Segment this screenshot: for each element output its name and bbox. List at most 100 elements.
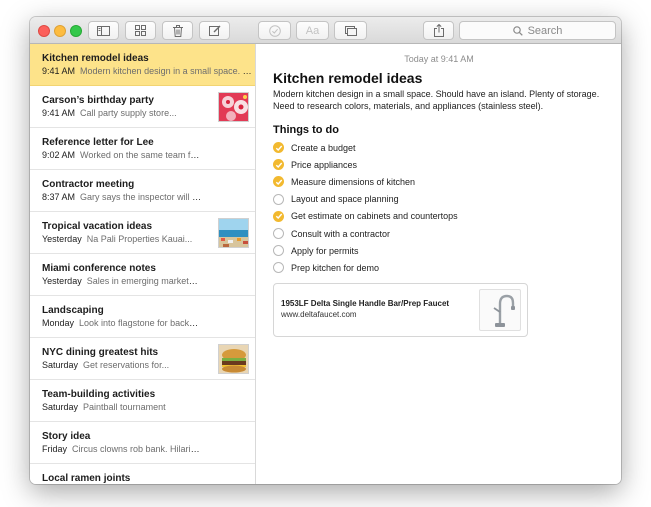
checkmark-circle-icon [268, 24, 281, 37]
table-button[interactable] [334, 21, 367, 40]
notes-list: Kitchen remodel ideas 9:41 AM Modern kitch… [30, 44, 256, 484]
close-window-button[interactable] [38, 25, 50, 37]
trash-icon [172, 24, 183, 37]
sidebar-icon [97, 25, 110, 36]
note-list-date: 8:37 AM [42, 192, 76, 202]
burger-thumbnail [218, 344, 249, 374]
search-placeholder: Search [527, 24, 563, 37]
toolbar: Aa Search [30, 17, 621, 44]
unchecked-circle-icon[interactable] [273, 228, 284, 240]
note-list-item[interactable]: Local ramen joints [30, 464, 255, 484]
attachments-browser-button[interactable] [125, 21, 156, 40]
note-list-date: Yesterday [42, 234, 82, 244]
note-list-meta: 9:41 AM Modern kitchen design in a small … [42, 66, 252, 76]
note-list-title: Tropical vacation ideas [42, 221, 153, 232]
checklist-item[interactable]: Layout and space planning [273, 191, 621, 208]
note-list-snippet: Worked on the same team for 5 years [80, 150, 202, 160]
checklist-item[interactable]: Apply for permits [273, 242, 621, 259]
note-list-title: Landscaping [42, 305, 104, 316]
note-list-meta: Saturday Paintball tournament [42, 402, 202, 412]
note-list-item[interactable]: Contractor meeting 8:37 AM Gary says the i… [30, 170, 255, 212]
note-list-title: Contractor meeting [42, 179, 135, 190]
checklist-item[interactable]: Prep kitchen for demo [273, 259, 621, 276]
note-list-date: Saturday [42, 360, 79, 370]
link-preview-card[interactable]: 1953LF Delta Single Handle Bar/Prep Fauc… [273, 282, 528, 337]
checklist-heading[interactable]: Things to do [273, 124, 621, 136]
checklist-item-label: Create a budget [291, 142, 356, 153]
checklist-item-label: Prep kitchen for demo [291, 262, 380, 273]
checked-circle-icon[interactable] [273, 142, 284, 154]
checklist-item-label: Layout and space planning [291, 194, 399, 205]
checklist-item-label: Consult with a contractor [291, 228, 391, 239]
share-icon [433, 24, 444, 37]
note-list-snippet: Look into flagstone for backyard patio [79, 318, 202, 328]
new-note-button[interactable] [199, 21, 230, 40]
note-list-title: Carson’s birthday party [42, 95, 154, 106]
note-title[interactable]: Kitchen remodel ideas [273, 70, 621, 86]
note-list-date: Yesterday [42, 276, 82, 286]
checklist: Create a budget Price appliances Measure d… [273, 139, 621, 277]
note-list-title: Reference letter for Lee [42, 137, 154, 148]
unchecked-circle-icon[interactable] [273, 193, 284, 205]
note-list-meta: Monday Look into flagstone for backyard p… [42, 318, 202, 328]
zoom-window-button[interactable] [70, 25, 82, 37]
checklist-item[interactable]: Measure dimensions of kitchen [273, 173, 621, 190]
note-list-meta: Yesterday Sales in emerging markets up [42, 276, 202, 286]
note-list-meta: 8:37 AM Gary says the inspector will not … [42, 192, 202, 202]
checklist-item[interactable]: Create a budget [273, 139, 621, 156]
note-editor[interactable]: Today at 9:41 AM Kitchen remodel ideas M… [257, 44, 621, 484]
checklist-item[interactable]: Consult with a contractor [273, 225, 621, 242]
format-button[interactable]: Aa [296, 21, 329, 40]
checked-circle-icon[interactable] [273, 210, 284, 222]
note-body[interactable]: Modern kitchen design in a small space. … [273, 88, 603, 112]
delete-note-button[interactable] [162, 21, 193, 40]
checklist-item[interactable]: Price appliances [273, 156, 621, 173]
note-list-item[interactable]: NYC dining greatest hits Saturday Get rese… [30, 338, 255, 380]
note-list-date: Saturday [42, 402, 79, 412]
note-list-item[interactable]: Landscaping Monday Look into flagstone for… [30, 296, 255, 338]
note-list-item[interactable]: Story idea Friday Circus clowns rob bank. … [30, 422, 255, 464]
note-list-meta: 9:02 AM Worked on the same team for 5 yea… [42, 150, 202, 160]
note-list-date: 9:41 AM [42, 108, 76, 118]
note-list-snippet: Modern kitchen design in a small space. … [80, 66, 252, 76]
note-list-date: 9:02 AM [42, 150, 76, 160]
search-icon [512, 25, 523, 36]
note-list-title: NYC dining greatest hits [42, 347, 159, 358]
note-list-item[interactable]: Tropical vacation ideas Yesterday Na Pali … [30, 212, 255, 254]
unchecked-circle-icon[interactable] [273, 245, 284, 257]
checklist-item[interactable]: Get estimate on cabinets and countertops [273, 208, 621, 225]
beach-thumbnail [218, 218, 249, 248]
note-list-item[interactable]: Miami conference notes Yesterday Sales in … [30, 254, 255, 296]
note-list-item[interactable]: Kitchen remodel ideas 9:41 AM Modern kitch… [30, 44, 255, 86]
note-list-snippet: Gary says the inspector will not be able… [80, 192, 202, 202]
note-list-snippet: Paintball tournament [83, 402, 166, 412]
note-list-item[interactable]: Reference letter for Lee 9:02 AM Worked on… [30, 128, 255, 170]
minimize-window-button[interactable] [54, 25, 66, 37]
note-list-item[interactable]: Carson’s birthday party 9:41 AM Call party… [30, 86, 255, 128]
note-list-snippet: Na Pali Properties Kauai... [86, 234, 193, 244]
checklist-button[interactable] [258, 21, 291, 40]
sidebar-toggle-button[interactable] [88, 21, 119, 40]
compose-icon [208, 25, 220, 36]
unchecked-circle-icon[interactable] [273, 262, 284, 274]
note-list-snippet: Call party supply store... [80, 108, 177, 118]
text-format-icon: Aa [305, 24, 320, 37]
checked-circle-icon[interactable] [273, 176, 284, 188]
note-list-title: Story idea [42, 431, 91, 442]
note-timestamp: Today at 9:41 AM [404, 54, 474, 64]
checked-circle-icon[interactable] [273, 159, 284, 171]
note-list-item[interactable]: Team-building activities Saturday Paintbal… [30, 380, 255, 422]
note-list-title: Team-building activities [42, 389, 156, 400]
link-title: 1953LF Delta Single Handle Bar/Prep Fauc… [281, 298, 450, 308]
window-stack-icon [344, 25, 357, 36]
note-list-meta: Yesterday Na Pali Properties Kauai... [42, 234, 202, 244]
note-list-date: Friday [42, 444, 68, 454]
search-field[interactable]: Search [459, 21, 616, 40]
note-list-meta: Saturday Get reservations for... [42, 360, 202, 370]
checklist-item-label: Apply for permits [291, 245, 359, 256]
share-button[interactable] [423, 21, 454, 40]
note-list-snippet: Sales in emerging markets up [86, 276, 202, 286]
grid-icon [135, 25, 146, 36]
note-list-date: 9:41 AM [42, 66, 76, 76]
party-thumbnail [218, 92, 249, 122]
